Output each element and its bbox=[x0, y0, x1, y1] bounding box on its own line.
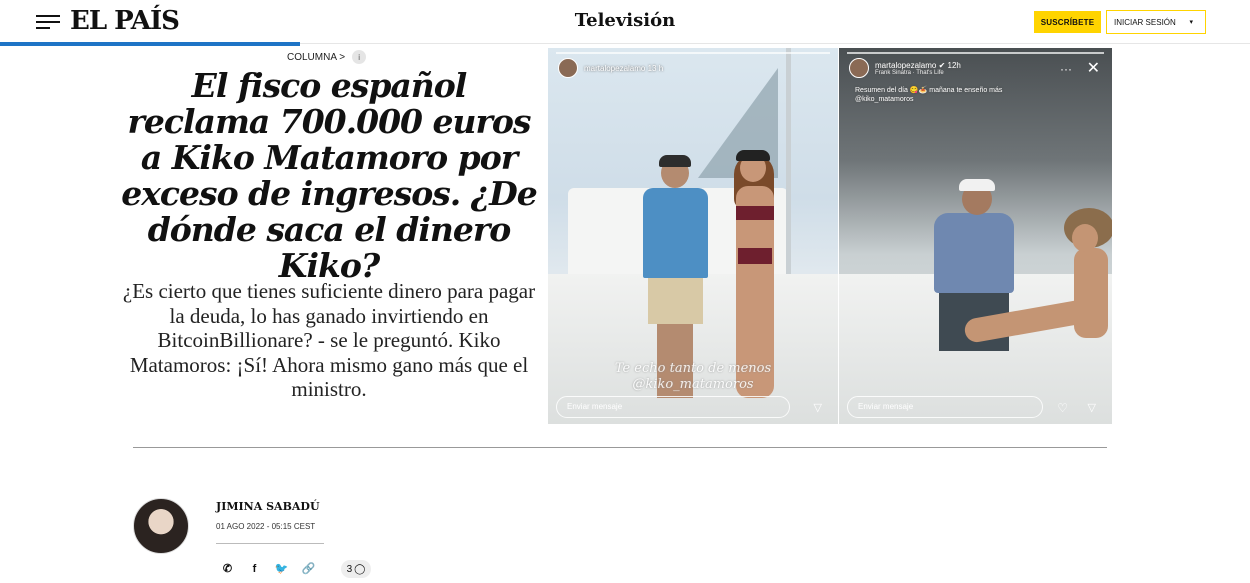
story-progress bbox=[847, 52, 1104, 54]
story-user: martalopezalamo 13 h bbox=[558, 58, 663, 78]
comment-count: 3 bbox=[346, 563, 353, 575]
send-icon[interactable]: ▽ bbox=[814, 401, 822, 414]
story-message-input[interactable]: Enviar mensaje bbox=[556, 396, 790, 418]
heart-icon[interactable]: ♡ bbox=[1057, 401, 1068, 415]
login-label: INICIAR SESIÓN bbox=[1114, 17, 1176, 27]
site-header: EL PAÍS Televisión SUSCRÍBETE INICIAR SE… bbox=[0, 0, 1250, 44]
story-username: martalopezalamo 13 h bbox=[584, 63, 664, 73]
publish-date: 01 AGO 2022 - 05:15 CEST bbox=[216, 522, 316, 531]
share-bar: ✆ f 🐦 🔗 bbox=[218, 559, 318, 578]
story-avatar bbox=[849, 58, 869, 78]
more-options-icon[interactable]: ··· bbox=[1060, 62, 1072, 76]
story-message-input[interactable]: Enviar mensaje bbox=[847, 396, 1043, 418]
kicker-label[interactable]: COLUMNA > bbox=[287, 52, 345, 63]
story-username: martalopezalamo ✔ 12h Frank Sinatra · Th… bbox=[875, 60, 961, 76]
facebook-icon[interactable]: f bbox=[245, 559, 264, 578]
story-avatar bbox=[558, 58, 578, 78]
story-caption: Resumen del día 😋🍝 mañana te enseño más … bbox=[855, 87, 1003, 103]
chevron-down-icon: ▾ bbox=[1189, 19, 1193, 26]
story-photo-left: martalopezalamo 13 h Te echo tanto de me… bbox=[548, 48, 838, 424]
close-icon[interactable]: ✕ bbox=[1087, 58, 1100, 78]
article-headline: El fisco español reclama 700.000 euros a… bbox=[121, 66, 537, 285]
comments-button[interactable]: 3 ◯ bbox=[341, 560, 371, 578]
author-name[interactable]: JIMINA SABADÚ bbox=[216, 500, 320, 513]
story-user: martalopezalamo ✔ 12h Frank Sinatra · Th… bbox=[849, 58, 961, 78]
story-overlay-text: Te echo tanto de menos @kiko_matamoros bbox=[614, 361, 772, 392]
article-subheadline: ¿Es cierto que tienes suficiente dinero … bbox=[122, 279, 536, 401]
info-icon[interactable]: i bbox=[352, 50, 367, 64]
byline-divider bbox=[216, 543, 324, 544]
twitter-icon[interactable]: 🐦 bbox=[272, 559, 291, 578]
section-divider bbox=[133, 447, 1107, 448]
login-button[interactable]: INICIAR SESIÓN ▾ bbox=[1106, 10, 1206, 34]
comment-icon: ◯ bbox=[354, 563, 366, 575]
reading-progress-bar bbox=[0, 42, 300, 46]
author-avatar[interactable] bbox=[133, 498, 189, 554]
send-icon[interactable]: ▽ bbox=[1088, 401, 1096, 414]
link-icon[interactable]: 🔗 bbox=[299, 559, 318, 578]
whatsapp-icon[interactable]: ✆ bbox=[218, 559, 237, 578]
story-song: Frank Sinatra · That's Life bbox=[875, 69, 944, 76]
el-pais-logo[interactable]: EL PAÍS bbox=[70, 6, 180, 36]
mast-image bbox=[786, 48, 791, 288]
hamburger-menu-icon[interactable] bbox=[36, 14, 60, 30]
story-progress bbox=[556, 52, 830, 54]
article-kicker: COLUMNA > i bbox=[287, 50, 367, 64]
subscribe-button[interactable]: SUSCRÍBETE bbox=[1034, 11, 1101, 33]
woman-figure bbox=[962, 198, 1112, 388]
story-photo-right: martalopezalamo ✔ 12h Frank Sinatra · Th… bbox=[839, 48, 1112, 424]
